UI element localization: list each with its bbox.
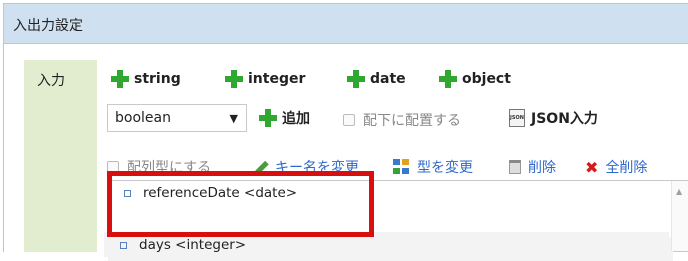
place-under-checkbox[interactable]: 配下に配置する	[343, 112, 461, 129]
plus-icon	[225, 70, 243, 88]
place-under-label: 配下に配置する	[363, 113, 461, 129]
json-input-label: JSON入力	[531, 111, 598, 127]
add-string-button[interactable]: string	[111, 69, 181, 89]
scroll-up-arrow-icon[interactable]: ▲	[676, 187, 682, 196]
type-button-row: string integer date object	[97, 60, 688, 96]
scrollbar[interactable]: ▲	[671, 181, 688, 251]
checkbox-box[interactable]	[343, 114, 355, 126]
swap-type-icon	[393, 159, 411, 175]
delete-all-label: 全削除	[605, 160, 648, 176]
add-object-button[interactable]: object	[439, 69, 511, 89]
add-button[interactable]: 追加	[259, 108, 310, 128]
input-section-label: 入力	[37, 73, 65, 89]
add-integer-label: integer	[248, 71, 306, 87]
json-file-icon: JSON	[509, 109, 525, 127]
type-select-value: boolean	[115, 110, 171, 126]
delete-label: 削除	[528, 160, 556, 176]
plus-icon	[439, 70, 457, 88]
change-type-label: 型を変更	[417, 160, 473, 176]
plus-icon	[259, 109, 277, 127]
add-object-label: object	[462, 71, 511, 87]
add-date-button[interactable]: date	[347, 69, 406, 89]
add-date-label: date	[370, 71, 406, 87]
plus-icon	[347, 70, 365, 88]
chevron-down-icon: ▼	[229, 112, 238, 125]
trash-icon	[509, 160, 521, 174]
delete-button[interactable]: 削除	[509, 157, 556, 177]
type-select[interactable]: boolean ▼	[107, 104, 247, 132]
input-label-column: 入力	[24, 60, 97, 252]
tree-node-icon	[120, 241, 127, 249]
json-input-button[interactable]: JSON JSON入力	[509, 107, 598, 129]
plus-icon	[111, 70, 129, 88]
close-icon: ✖	[585, 157, 599, 177]
panel-title: 入出力設定	[13, 18, 83, 34]
panel-header: 入出力設定	[4, 4, 688, 44]
add-string-label: string	[134, 71, 181, 87]
add-integer-button[interactable]: integer	[225, 69, 305, 89]
delete-all-button[interactable]: ✖ 全削除	[585, 157, 647, 177]
highlight-box	[107, 171, 374, 237]
add-button-label: 追加	[282, 111, 310, 127]
change-type-button[interactable]: 型を変更	[393, 157, 473, 177]
